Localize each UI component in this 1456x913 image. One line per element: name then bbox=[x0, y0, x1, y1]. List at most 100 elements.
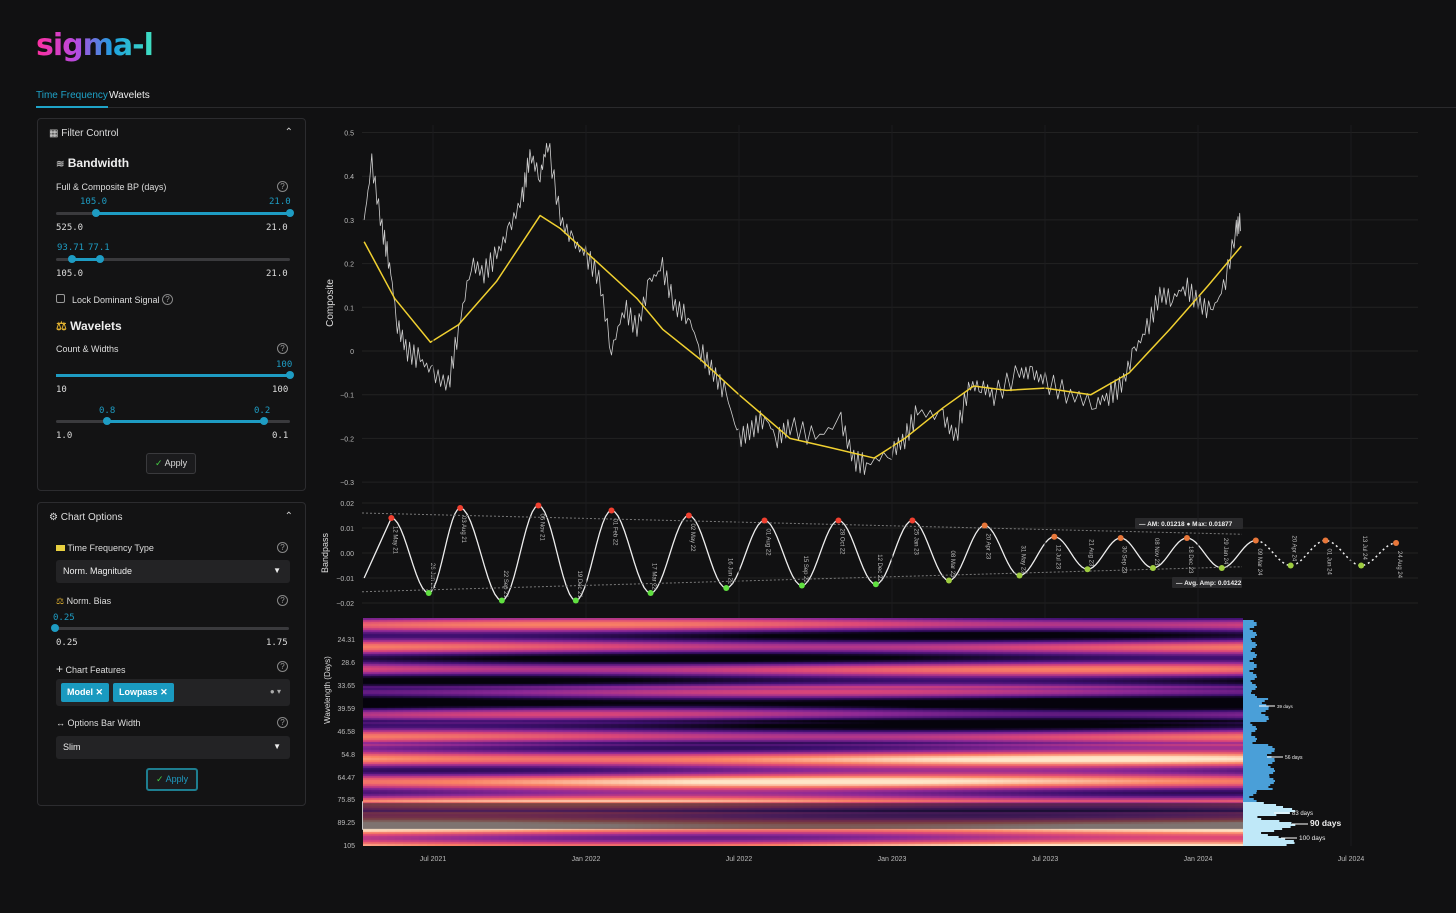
histogram-peak-label: 83 days bbox=[1292, 811, 1313, 817]
histogram-bar bbox=[1243, 620, 1254, 622]
histogram-bar bbox=[1243, 748, 1275, 750]
cycle-date-label: 26 Jun 21 bbox=[429, 563, 435, 590]
histogram-bar bbox=[1243, 698, 1269, 700]
cycle-date-label: 30 Sep 23 bbox=[1121, 546, 1127, 574]
trough-marker bbox=[723, 585, 730, 591]
cycle-date-label: 15 Sep 22 bbox=[802, 556, 808, 584]
histogram-bar bbox=[1243, 742, 1253, 744]
histogram-bar bbox=[1243, 762, 1273, 764]
peak-marker bbox=[535, 502, 542, 509]
y-tick-label: 64.47 bbox=[337, 775, 355, 782]
y-tick-label: 0.01 bbox=[340, 526, 354, 533]
cycle-date-label: 01 Jun 24 bbox=[1326, 549, 1332, 576]
cycle-date-label: 05 Nov 21 bbox=[538, 514, 544, 542]
histogram-bar bbox=[1243, 728, 1257, 730]
histogram-bar bbox=[1243, 656, 1257, 658]
cycle-date-label: 03 Aug 21 bbox=[460, 516, 466, 544]
histogram-bar bbox=[1243, 814, 1277, 816]
cycle-date-label: 08 Mar 23 bbox=[949, 551, 955, 579]
histogram-bar bbox=[1243, 764, 1269, 766]
cycle-date-label: 21 Aug 23 bbox=[1088, 539, 1094, 567]
histogram-bar bbox=[1243, 796, 1250, 798]
trough-marker bbox=[1084, 566, 1091, 573]
histogram-bar bbox=[1243, 820, 1280, 822]
y-tick-label: −0.3 bbox=[340, 480, 354, 487]
histogram-bar bbox=[1243, 714, 1266, 716]
histogram-bar bbox=[1243, 652, 1255, 654]
histogram-bar bbox=[1243, 674, 1257, 676]
y-axis-label: Composite bbox=[325, 279, 336, 327]
histogram-bar bbox=[1243, 844, 1287, 846]
histogram-bar bbox=[1243, 818, 1262, 820]
peak-marker bbox=[1393, 540, 1400, 546]
histogram-bar bbox=[1243, 694, 1256, 696]
peak-marker bbox=[388, 515, 395, 521]
histogram-bar bbox=[1243, 822, 1292, 824]
y-tick-label: 105 bbox=[343, 843, 355, 850]
trough-marker bbox=[425, 590, 432, 596]
peak-marker bbox=[608, 507, 615, 514]
y-tick-label: 0.00 bbox=[340, 551, 354, 558]
y-tick-label: 75.85 bbox=[337, 797, 355, 804]
histogram-bar bbox=[1243, 836, 1279, 838]
histogram-bar bbox=[1243, 634, 1257, 636]
histogram-bar bbox=[1243, 624, 1257, 626]
histogram-bar bbox=[1243, 642, 1256, 644]
histogram-bar bbox=[1243, 686, 1257, 688]
cycle-date-label: 20 Apr 24 bbox=[1291, 536, 1297, 562]
cycle-date-label: 18 Dec 23 bbox=[1187, 546, 1193, 574]
y-tick-label: 54.8 bbox=[341, 752, 355, 759]
peak-marker bbox=[1117, 535, 1124, 541]
y-tick-label: −0.1 bbox=[340, 393, 354, 400]
histogram-bar bbox=[1243, 808, 1293, 810]
histogram-bar bbox=[1243, 684, 1256, 686]
cycle-date-label: 13 Jul 24 bbox=[1361, 536, 1367, 561]
y-tick-label: 0 bbox=[350, 349, 354, 356]
histogram-bar bbox=[1243, 724, 1253, 726]
histogram-bar bbox=[1243, 632, 1257, 634]
histogram-bar bbox=[1243, 802, 1264, 804]
peak-marker bbox=[457, 505, 464, 511]
peak-marker bbox=[1322, 537, 1329, 544]
histogram-bar bbox=[1243, 792, 1257, 794]
histogram-bar bbox=[1243, 828, 1283, 830]
histogram-bar bbox=[1243, 712, 1262, 714]
y-tick-label: −0.02 bbox=[336, 601, 354, 608]
composite-line bbox=[363, 142, 1241, 476]
histogram-bar bbox=[1243, 702, 1262, 704]
y-tick-label: 0.1 bbox=[344, 305, 354, 312]
x-tick-label: Jul 2022 bbox=[726, 856, 753, 863]
trough-marker bbox=[872, 581, 879, 588]
cycle-date-label: 22 Sep 21 bbox=[502, 571, 508, 599]
histogram-bar bbox=[1243, 664, 1257, 666]
histogram-bar bbox=[1243, 660, 1250, 662]
histogram-bar bbox=[1243, 732, 1252, 734]
histogram-bar bbox=[1243, 758, 1275, 760]
trough-marker bbox=[1358, 562, 1365, 569]
cycle-date-label: 01 Aug 22 bbox=[765, 529, 771, 557]
histogram-peak-label: 56 days bbox=[1285, 755, 1303, 761]
y-tick-label: 0.5 bbox=[344, 131, 354, 138]
y-axis-label: Wavelength (Days) bbox=[323, 656, 332, 724]
peak-marker bbox=[981, 522, 988, 529]
cycle-date-label: 12 Dec 22 bbox=[876, 554, 882, 582]
histogram-bar bbox=[1243, 646, 1256, 648]
cycle-date-label: 17 Mar 22 bbox=[651, 563, 657, 591]
histogram-bar bbox=[1243, 636, 1255, 638]
histogram-bar bbox=[1243, 794, 1254, 796]
y-tick-label: −0.01 bbox=[336, 576, 354, 583]
peak-marker bbox=[835, 517, 842, 524]
histogram-peak-label: 90 days bbox=[1310, 818, 1341, 828]
y-tick-label: 46.58 bbox=[337, 729, 355, 736]
histogram-bar bbox=[1243, 782, 1274, 784]
histogram-bar bbox=[1243, 768, 1274, 770]
x-tick-label: Jul 2024 bbox=[1338, 856, 1365, 863]
histogram-bar bbox=[1243, 678, 1255, 680]
histogram-bar bbox=[1243, 806, 1284, 808]
histogram-bar bbox=[1243, 716, 1269, 718]
peak-marker bbox=[909, 517, 916, 524]
histogram-bar bbox=[1243, 832, 1262, 834]
y-axis-label: Bandpass bbox=[320, 532, 330, 573]
y-tick-label: 24.31 bbox=[337, 637, 355, 644]
histogram-bar bbox=[1243, 676, 1257, 678]
